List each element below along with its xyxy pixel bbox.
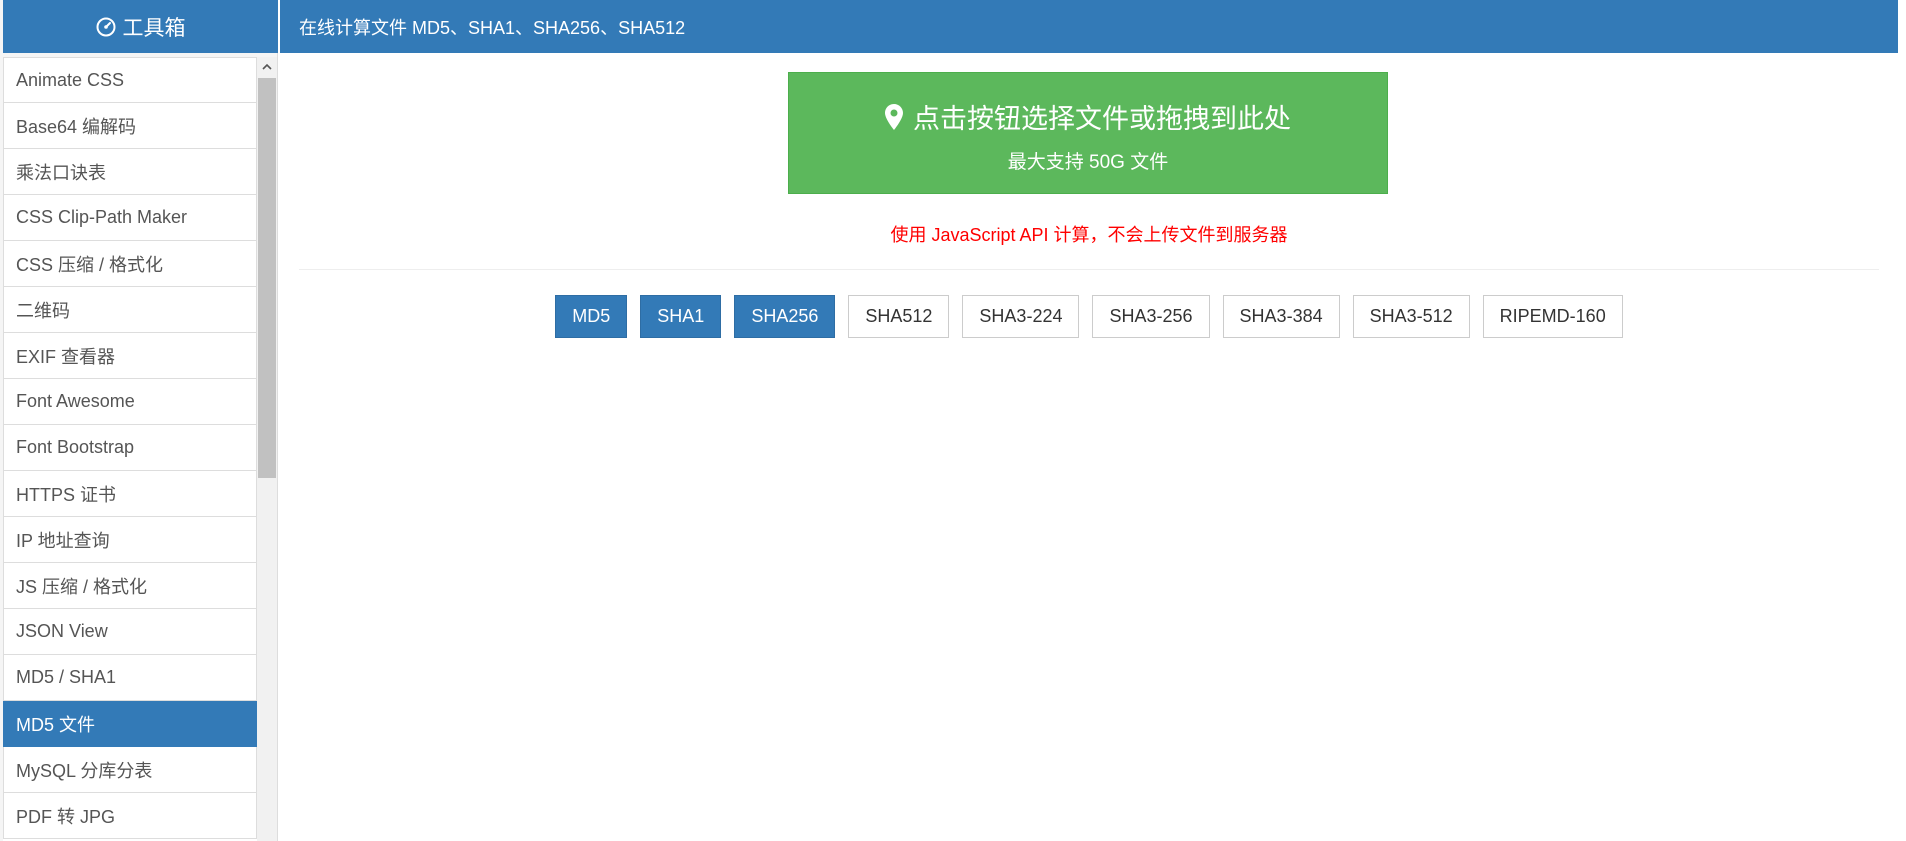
sidebar-title: 工具箱 <box>122 16 186 40</box>
app: 工具箱 Animate CSS Base64 编解码 乘法口诀表 CSS Clip-P… <box>0 0 1906 841</box>
sidebar-item[interactable]: CSS 压缩 / 格式化 <box>3 241 257 287</box>
scroll-thumb[interactable] <box>258 78 276 478</box>
algorithm-toggle-sha3-256[interactable]: SHA3-256 <box>1092 295 1210 338</box>
file-upload-button[interactable]: 点击按钮选择文件或拖拽到此处 最大支持 50G 文件 <box>788 72 1388 194</box>
upload-title-row: 点击按钮选择文件或拖拽到此处 <box>789 97 1387 136</box>
algorithm-toggle-sha3-224[interactable]: SHA3-224 <box>962 295 1080 338</box>
sidebar-item[interactable]: IP 地址查询 <box>3 517 257 563</box>
sidebar-item[interactable]: Animate CSS <box>3 57 257 103</box>
sidebar-item[interactable]: HTTPS 证书 <box>3 471 257 517</box>
algorithm-toggle-sha1[interactable]: SHA1 <box>640 295 722 338</box>
sidebar-item[interactable]: 二维码 <box>3 287 257 333</box>
sidebar-item[interactable]: JS 压缩 / 格式化 <box>3 563 257 609</box>
sidebar-item[interactable]: JSON View <box>3 609 257 655</box>
main-content: 在线计算文件 MD5、SHA1、SHA256、SHA512 点击按钮选择文件或拖… <box>280 0 1898 841</box>
upload-title: 点击按钮选择文件或拖拽到此处 <box>913 104 1291 134</box>
sidebar-item[interactable]: MySQL 分库分表 <box>3 747 257 793</box>
sidebar-item[interactable]: EXIF 查看器 <box>3 333 257 379</box>
sidebar-item[interactable]: MD5 / SHA1 <box>3 655 257 701</box>
sidebar-item[interactable]: PDF 转 JPG <box>3 793 257 839</box>
page-title: 在线计算文件 MD5、SHA1、SHA256、SHA512 <box>280 0 1898 53</box>
map-marker-icon <box>885 103 903 130</box>
scroll-up-button[interactable] <box>257 57 277 77</box>
divider <box>299 269 1879 270</box>
chevron-up-icon <box>262 63 272 70</box>
algorithm-toggle-sha3-512[interactable]: SHA3-512 <box>1352 295 1470 338</box>
sidebar-list: Animate CSS Base64 编解码 乘法口诀表 CSS Clip-Path … <box>3 57 257 841</box>
algorithm-toggle-ripemd-160[interactable]: RIPEMD-160 <box>1482 295 1623 338</box>
algorithm-toggle-sha512[interactable]: SHA512 <box>848 295 950 338</box>
sidebar-item[interactable]: MD5 文件 <box>3 701 257 747</box>
algorithm-toggle-sha3-384[interactable]: SHA3-384 <box>1222 295 1340 338</box>
privacy-notice: 使用 JavaScript API 计算，不会上传文件到服务器 <box>890 225 1288 245</box>
algorithm-toggle-md5[interactable]: MD5 <box>555 295 628 338</box>
sidebar-header: 工具箱 <box>3 0 278 53</box>
sidebar-item[interactable]: CSS Clip-Path Maker <box>3 195 257 241</box>
sidebar-item[interactable]: Font Bootstrap <box>3 425 257 471</box>
sidebar-item[interactable]: Base64 编解码 <box>3 103 257 149</box>
sidebar-item[interactable]: 乘法口诀表 <box>3 149 257 195</box>
sidebar-scrollbar[interactable] <box>257 57 277 841</box>
sidebar: 工具箱 Animate CSS Base64 编解码 乘法口诀表 CSS Clip-P… <box>0 0 278 841</box>
upload-subtitle: 最大支持 50G 文件 <box>1007 152 1169 173</box>
algorithm-toggle-sha256[interactable]: SHA256 <box>734 295 836 338</box>
algorithm-toggle-group: MD5 SHA1 SHA256 SHA512 SHA3-224 SHA3-256 SHA3-… <box>280 295 1898 338</box>
gauge-icon <box>96 17 115 36</box>
sidebar-item[interactable]: Font Awesome <box>3 379 257 425</box>
